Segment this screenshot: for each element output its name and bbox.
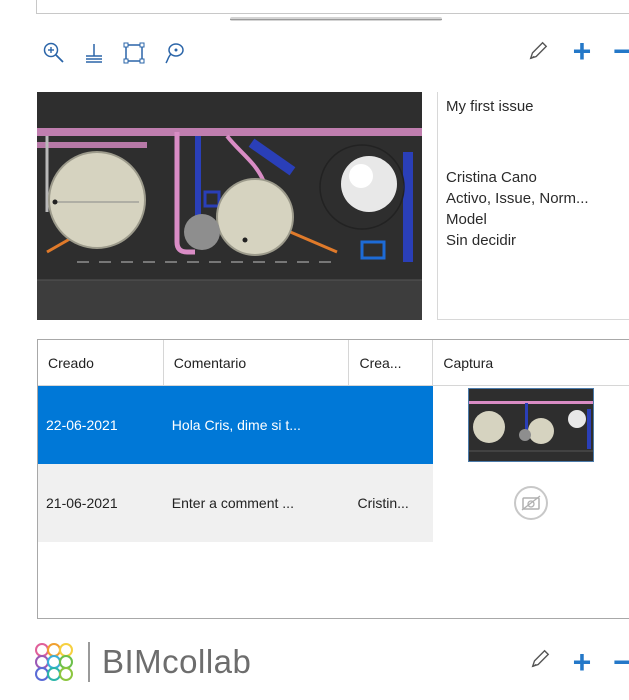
cell-capture [433, 464, 629, 542]
pencil-icon[interactable] [529, 648, 551, 675]
viewpoint-toolbar [40, 38, 188, 68]
lasso-select-icon[interactable] [160, 39, 188, 67]
clip-plane-icon[interactable] [80, 39, 108, 67]
pencil-icon[interactable] [525, 38, 551, 64]
issue-area[interactable]: Model [446, 209, 621, 230]
brand-name: BIMcollab [102, 643, 252, 680]
cell-creator: Cristin... [357, 495, 409, 511]
column-header-capture[interactable]: Captura [433, 340, 629, 385]
issue-milestone[interactable]: Sin decidir [446, 230, 621, 251]
table-row[interactable]: 21-06-2021 Enter a comment ... Cristin..… [38, 464, 629, 542]
bimcollab-logo: BIMcollab [34, 638, 251, 686]
issue-toolbar: + − [525, 35, 629, 67]
bimcollab-logo-icon [35, 643, 73, 681]
splitter-handle[interactable] [230, 17, 442, 21]
issue-labels[interactable]: Activo, Issue, Norm... [446, 188, 621, 209]
capture-thumbnail[interactable] [468, 388, 595, 462]
column-header-comment[interactable]: Comentario [164, 340, 350, 385]
cell-creator [349, 386, 433, 464]
table-row[interactable]: 22-06-2021 Hola Cris, dime si t... [38, 386, 629, 464]
footer-toolbar: + − [529, 646, 629, 678]
column-header-created[interactable]: Creado [38, 340, 164, 385]
panel-frame [36, 0, 629, 14]
minus-icon[interactable]: − [613, 649, 629, 675]
plus-icon[interactable]: + [569, 35, 595, 67]
cell-comment: Hola Cris, dime si t... [171, 417, 301, 433]
column-header-creator[interactable]: Crea... [349, 340, 434, 385]
plus-icon[interactable]: + [569, 646, 595, 678]
logo-separator [88, 642, 90, 682]
minus-icon[interactable]: − [613, 38, 629, 64]
issue-details: My first issue Cristina Cano Activo, Iss… [437, 92, 629, 320]
table-header: Creado Comentario Crea... Captura [38, 340, 629, 386]
issue-title[interactable]: My first issue [446, 98, 621, 115]
zoom-in-icon[interactable] [40, 39, 68, 67]
no-image-icon [514, 486, 549, 520]
cell-comment: Enter a comment ... [171, 495, 294, 511]
comments-table: Creado Comentario Crea... Captura 22-06-… [37, 339, 629, 619]
cell-capture [433, 386, 629, 464]
cell-created: 21-06-2021 [46, 495, 118, 511]
issue-assigned-to[interactable]: Cristina Cano [446, 167, 621, 188]
cell-created: 22-06-2021 [46, 417, 118, 433]
viewpoint-snapshot[interactable] [37, 92, 422, 320]
section-box-icon[interactable] [120, 39, 148, 67]
